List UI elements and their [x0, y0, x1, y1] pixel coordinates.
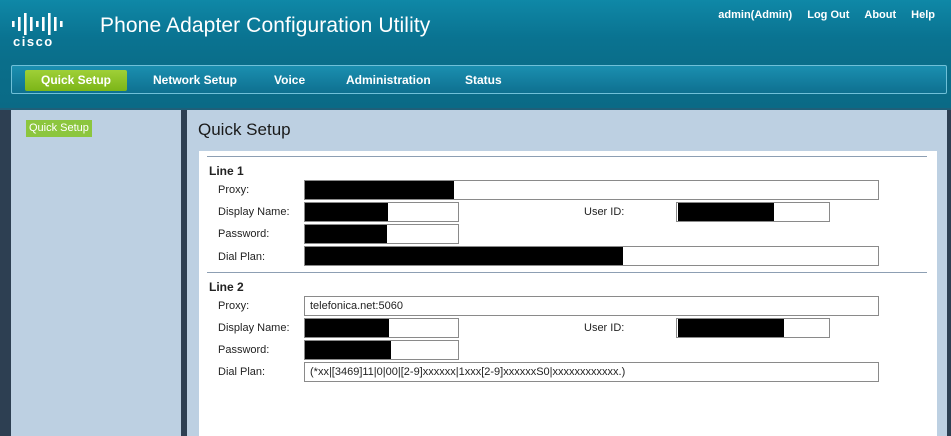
cisco-logo: cisco — [12, 13, 63, 48]
help-link[interactable]: Help — [911, 9, 935, 21]
tab-administration[interactable]: Administration — [346, 71, 431, 89]
nav-band: Quick Setup Network Setup Voice Administ… — [0, 63, 951, 110]
line2-password-label: Password: — [218, 344, 270, 356]
current-user: admin(Admin) — [718, 9, 793, 21]
line1-title: Line 1 — [209, 164, 244, 178]
top-links: admin(Admin) Log Out About Help — [718, 9, 935, 21]
tab-network-setup[interactable]: Network Setup — [153, 71, 237, 89]
line1-display-name-label: Display Name: — [218, 206, 290, 218]
about-link[interactable]: About — [864, 9, 896, 21]
line2-display-name-field[interactable] — [304, 318, 459, 338]
line2-title: Line 2 — [209, 280, 244, 294]
sidebar-item-quick-setup[interactable]: Quick Setup — [26, 120, 92, 137]
logo-text: cisco — [13, 34, 54, 48]
logout-link[interactable]: Log Out — [807, 9, 849, 21]
redaction — [305, 181, 454, 199]
redaction — [678, 319, 784, 337]
page-title: Quick Setup — [198, 120, 291, 139]
divider — [207, 272, 927, 273]
divider — [207, 156, 927, 157]
line1-password-field[interactable] — [304, 224, 459, 244]
main-nav: Quick Setup Network Setup Voice Administ… — [11, 65, 947, 94]
line1-dial-plan-label: Dial Plan: — [218, 251, 266, 263]
tab-status[interactable]: Status — [465, 71, 502, 89]
redaction — [678, 203, 774, 221]
line2-dial-plan-field[interactable]: (*xx|[3469]11|0|00|[2-9]xxxxxx|1xxx[2-9]… — [304, 362, 879, 382]
redaction — [305, 203, 388, 221]
line2-user-id-field[interactable] — [676, 318, 830, 338]
line2-dial-plan-label: Dial Plan: — [218, 366, 266, 378]
line2-display-name-label: Display Name: — [218, 322, 290, 334]
line1-proxy-label: Proxy: — [218, 184, 250, 196]
redaction — [305, 319, 389, 337]
line1-password-label: Password: — [218, 228, 270, 240]
line2-proxy-label: Proxy: — [218, 300, 250, 312]
line1-dial-plan-field[interactable] — [304, 246, 879, 266]
line1-user-id-field[interactable] — [676, 202, 830, 222]
line2-password-field[interactable] — [304, 340, 459, 360]
settings-panel: Line 1 Proxy: Display Name: User ID: Pas… — [199, 151, 937, 436]
line2-user-id-label: User ID: — [584, 322, 625, 334]
line2-proxy-field[interactable]: telefonica.net:5060 — [304, 296, 879, 316]
redaction — [305, 247, 623, 265]
line1-user-id-label: User ID: — [584, 206, 625, 218]
main-content: Quick Setup Line 1 Proxy: Display Name: … — [187, 110, 947, 436]
redaction — [305, 341, 391, 359]
app-header: cisco Phone Adapter Configuration Utilit… — [0, 0, 951, 63]
line1-proxy-field[interactable] — [304, 180, 879, 200]
line1-display-name-field[interactable] — [304, 202, 459, 222]
redaction — [305, 225, 387, 243]
tab-quick-setup[interactable]: Quick Setup — [25, 70, 128, 91]
sidebar: Quick Setup — [11, 110, 181, 436]
tab-voice[interactable]: Voice — [274, 71, 305, 89]
app-title: Phone Adapter Configuration Utility — [100, 14, 431, 37]
